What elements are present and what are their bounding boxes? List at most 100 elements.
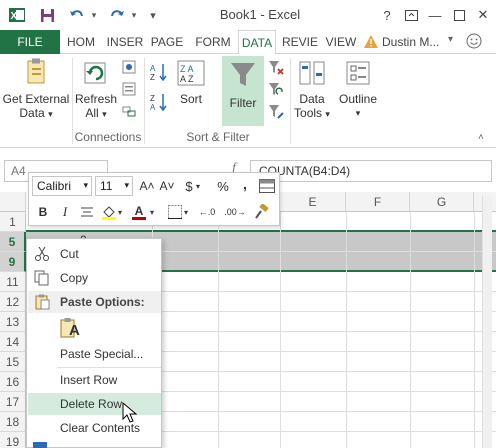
- row-header[interactable]: 17: [0, 392, 26, 412]
- excel-logo-icon[interactable]: X: [6, 4, 28, 26]
- sort-button[interactable]: Z AA Z Sort: [172, 58, 210, 106]
- menu-item-insert-row[interactable]: Insert Row: [28, 369, 161, 391]
- row-header[interactable]: 19: [0, 432, 26, 448]
- menu-item-copy[interactable]: Copy: [28, 267, 161, 289]
- connections-icon[interactable]: [122, 60, 136, 74]
- menu-item-delete-row[interactable]: Delete Row: [28, 393, 161, 415]
- smiley-icon[interactable]: [466, 33, 488, 51]
- data-tools-button[interactable]: Data Tools ▾: [292, 58, 332, 121]
- format-painter-icon[interactable]: [251, 202, 271, 222]
- shrink-font-button[interactable]: A˅: [157, 176, 177, 196]
- paste-keep-formatting-button[interactable]: A: [59, 317, 83, 341]
- tab-page[interactable]: PAGE: [148, 30, 186, 54]
- get-external-data-button[interactable]: Get External Data ▾: [2, 58, 70, 121]
- mouse-cursor-icon: [122, 401, 138, 424]
- tab-file[interactable]: FILE: [0, 30, 60, 54]
- chevron-down-icon[interactable]: ▾: [181, 202, 191, 222]
- bold-button[interactable]: B: [33, 202, 53, 222]
- filter-button[interactable]: Filter: [222, 56, 264, 126]
- gridline: [280, 212, 281, 448]
- group-divider: [144, 58, 145, 144]
- vertical-scrollbar[interactable]: [482, 196, 492, 448]
- save-icon[interactable]: [36, 4, 58, 26]
- column-header-f[interactable]: F: [346, 192, 410, 212]
- paste-options-header: Paste Options:: [28, 291, 161, 313]
- sort-z-a-icon[interactable]: ZA: [150, 92, 168, 112]
- svg-text:Z: Z: [150, 94, 155, 103]
- reapply-icon[interactable]: [268, 82, 284, 98]
- grow-font-button[interactable]: A˄: [137, 176, 157, 196]
- comma-style-button[interactable]: ,: [235, 174, 255, 194]
- row-header[interactable]: 15: [0, 352, 26, 372]
- format-table-icon[interactable]: [257, 176, 277, 196]
- row-header[interactable]: 14: [0, 332, 26, 352]
- collapse-ribbon-icon[interactable]: ˄: [478, 132, 484, 143]
- row-header[interactable]: 1: [0, 212, 26, 232]
- font-color-button[interactable]: A: [129, 202, 149, 222]
- data-tools-line1: Data: [299, 92, 325, 106]
- outline-button[interactable]: Outline ▾: [336, 58, 380, 120]
- formula-input[interactable]: COUNTA(B4:D4): [250, 160, 492, 182]
- edit-links-icon[interactable]: [122, 104, 136, 118]
- svg-text:A Z: A Z: [180, 74, 194, 84]
- user-dropdown-icon[interactable]: ▾: [448, 34, 453, 45]
- get-external-line1: Get External: [2, 92, 70, 106]
- undo-icon[interactable]: [66, 4, 88, 26]
- undo-dropdown-icon[interactable]: ▾: [88, 4, 100, 26]
- close-icon[interactable]: ✕: [472, 4, 494, 26]
- help-icon[interactable]: ?: [376, 4, 398, 26]
- column-header-g[interactable]: G: [410, 192, 474, 212]
- menu-item-label: Delete Row: [60, 397, 123, 411]
- row-header-selected[interactable]: 9: [0, 252, 26, 272]
- external-data-icon: [22, 58, 50, 88]
- tab-view[interactable]: VIEW: [324, 30, 358, 54]
- sort-a-z-icon[interactable]: AZ: [150, 62, 168, 82]
- italic-button[interactable]: I: [55, 202, 75, 222]
- row-header-selected[interactable]: 5: [0, 232, 26, 252]
- redo-icon[interactable]: [106, 4, 128, 26]
- paste-letter: A: [69, 322, 80, 339]
- svg-text:A: A: [150, 103, 156, 112]
- font-color-swatch: [132, 216, 146, 220]
- customize-qat-icon[interactable]: ▾: [146, 4, 160, 26]
- increase-decimal-button[interactable]: ←.0: [195, 202, 219, 222]
- decrease-decimal-button[interactable]: .00→: [223, 202, 247, 222]
- font-name-select[interactable]: Calibri ▾: [32, 176, 92, 196]
- font-size-select[interactable]: 11 ▾: [95, 176, 133, 196]
- tab-home[interactable]: HOM: [62, 30, 100, 54]
- properties-icon[interactable]: [122, 82, 136, 96]
- tab-formulas[interactable]: FORM: [192, 30, 234, 54]
- user-name[interactable]: Dustin M...: [382, 35, 439, 49]
- menu-item-clear-contents[interactable]: Clear Contents: [28, 417, 161, 439]
- clear-filter-icon[interactable]: [268, 60, 284, 76]
- svg-text:X: X: [11, 11, 18, 22]
- filter-funnel-icon: [228, 60, 258, 90]
- row-header[interactable]: 12: [0, 292, 26, 312]
- refresh-all-button[interactable]: Refresh All ▾: [74, 58, 118, 121]
- chevron-down-icon: ▾: [102, 109, 107, 119]
- row-header[interactable]: 18: [0, 412, 26, 432]
- chevron-down-icon[interactable]: ▾: [193, 176, 203, 196]
- chevron-down-icon[interactable]: ▾: [147, 202, 157, 222]
- chevron-down-icon[interactable]: ▾: [115, 202, 125, 222]
- row-header[interactable]: 13: [0, 312, 26, 332]
- tab-review[interactable]: REVIE: [280, 30, 320, 54]
- tab-data[interactable]: DATA: [238, 30, 276, 55]
- select-all-corner[interactable]: [0, 192, 26, 212]
- percent-button[interactable]: %: [213, 176, 233, 196]
- row-header[interactable]: 11: [0, 272, 26, 292]
- row-header[interactable]: 16: [0, 372, 26, 392]
- restore-icon[interactable]: [448, 4, 470, 26]
- menu-item-paste-special[interactable]: Paste Special...: [28, 343, 161, 365]
- advanced-filter-icon[interactable]: [268, 104, 284, 120]
- column-header-e[interactable]: E: [280, 192, 346, 212]
- ribbon-display-icon[interactable]: [400, 4, 422, 26]
- align-center-icon[interactable]: [77, 202, 97, 222]
- outline-label: Outline: [338, 92, 378, 106]
- quick-analysis-icon[interactable]: [33, 442, 47, 448]
- redo-dropdown-icon[interactable]: ▾: [128, 4, 140, 26]
- tab-insert[interactable]: INSER: [104, 30, 146, 54]
- menu-item-cut[interactable]: Cut: [28, 243, 161, 265]
- gridline: [474, 212, 475, 448]
- minimize-icon[interactable]: —: [424, 4, 446, 26]
